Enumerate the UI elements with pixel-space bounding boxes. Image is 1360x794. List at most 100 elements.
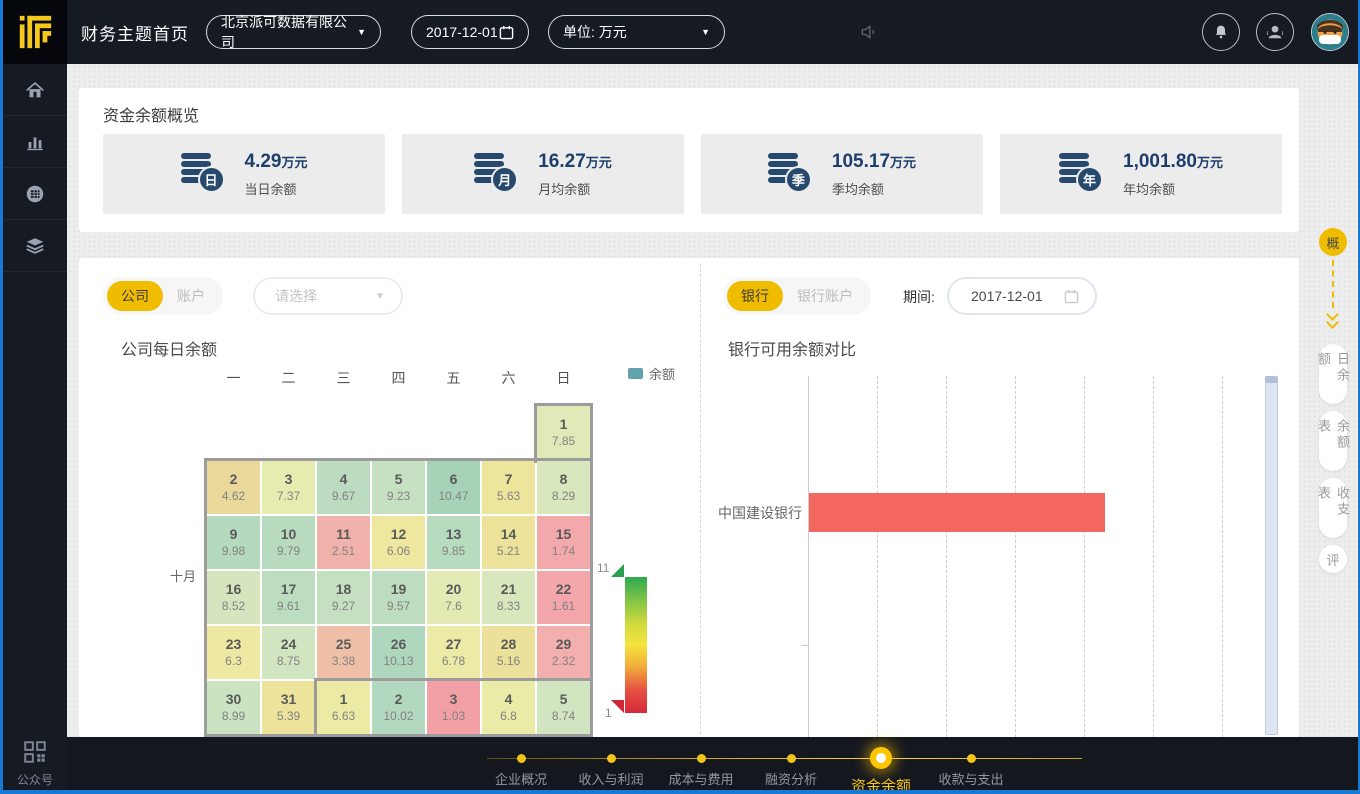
calendar-cell[interactable]: 168.52	[206, 570, 261, 625]
calendar-cell[interactable]: 31.03	[426, 680, 481, 735]
step-dot-5[interactable]	[870, 747, 892, 769]
balance-card[interactable]: 日4.29万元当日余额	[103, 134, 385, 214]
user-button[interactable]	[1256, 13, 1294, 51]
anchor-item-4[interactable]: 评	[1319, 545, 1347, 573]
unit-selector-value: 单位: 万元	[563, 22, 627, 42]
unit-selector[interactable]: 单位: 万元 ▼	[548, 15, 725, 49]
balance-card[interactable]: 月16.27万元月均余额	[402, 134, 684, 214]
calendar-legend[interactable]: 余额	[628, 364, 675, 383]
calendar-cell[interactable]: 292.32	[536, 625, 591, 680]
company-select[interactable]: 请选择 ▼	[253, 277, 403, 315]
chevron-down-icon: ▼	[375, 291, 385, 302]
step-label-3[interactable]: 成本与费用	[668, 769, 733, 788]
visualmap-min-label: 1	[605, 706, 612, 720]
cell-day: 14	[501, 526, 517, 544]
calendar-cell[interactable]: 109.79	[261, 515, 316, 570]
step-dot-1[interactable]	[517, 754, 526, 763]
sidebar-item-layers[interactable]	[3, 220, 67, 272]
calendar-cell[interactable]: 236.3	[206, 625, 261, 680]
notifications-button[interactable]	[1202, 13, 1240, 51]
calendar-cell[interactable]: 17.85	[536, 405, 591, 460]
top-header: 财务主题首页 北京派可数据有限公司 ▼ 2017-12-01 单位: 万元 ▼	[3, 0, 1358, 64]
toggle-account[interactable]: 账户	[163, 281, 219, 311]
calendar-cell[interactable]: 315.39	[261, 680, 316, 735]
calendar-cell[interactable]: 189.27	[316, 570, 371, 625]
balance-card[interactable]: 季105.17万元季均余额	[701, 134, 983, 214]
cell-value: 9.57	[387, 599, 410, 614]
calendar-cell[interactable]: 151.74	[536, 515, 591, 570]
step-dot-4[interactable]	[787, 754, 796, 763]
calendar-cell[interactable]: 207.6	[426, 570, 481, 625]
app-window: 财务主题首页 北京派可数据有限公司 ▼ 2017-12-01 单位: 万元 ▼	[0, 0, 1360, 794]
balance-card[interactable]: 年1,001.80万元年均余额	[1000, 134, 1282, 214]
step-label-6[interactable]: 收款与支出	[938, 769, 1003, 788]
step-label-1[interactable]: 企业概况	[495, 769, 547, 788]
cell-value: 4.62	[222, 489, 245, 504]
calendar-cell[interactable]: 88.29	[536, 460, 591, 515]
calendar-cell[interactable]: 221.61	[536, 570, 591, 625]
bar-rect[interactable]	[809, 493, 1105, 532]
step-dot-2[interactable]	[607, 754, 616, 763]
calendar-cell[interactable]: 75.63	[481, 460, 536, 515]
period-date-picker[interactable]: 2017-12-01	[947, 277, 1097, 315]
calendar-cell[interactable]: 248.75	[261, 625, 316, 680]
calendar-cell[interactable]: 112.51	[316, 515, 371, 570]
visualmap-handle-bottom[interactable]	[611, 700, 624, 713]
calendar-cell[interactable]: 179.61	[261, 570, 316, 625]
avatar[interactable]	[1311, 13, 1349, 51]
anchor-overview-badge[interactable]: 概	[1319, 228, 1347, 256]
cell-day: 2	[230, 471, 238, 489]
sidebar-item-home[interactable]	[3, 64, 67, 116]
step-label-2[interactable]: 收入与利润	[578, 769, 643, 788]
calendar-cell[interactable]: 59.23	[371, 460, 426, 515]
sidebar-item-analysis[interactable]	[3, 116, 67, 168]
calendar-cell[interactable]: 139.85	[426, 515, 481, 570]
cell-value: 10.02	[383, 709, 413, 724]
toggle-company[interactable]: 公司	[107, 281, 163, 311]
anchor-item-2[interactable]: 余额表	[1319, 411, 1347, 471]
sidebar-item-accounts[interactable]	[3, 168, 67, 220]
calendar-cell[interactable]: 253.38	[316, 625, 371, 680]
toggle-bank-account[interactable]: 银行账户	[783, 281, 867, 311]
calendar-cell[interactable]: 46.8	[481, 680, 536, 735]
step-dot-6[interactable]	[967, 754, 976, 763]
anchor-item-3[interactable]: 收支表	[1319, 478, 1347, 538]
header-date-picker[interactable]: 2017-12-01	[411, 15, 529, 49]
calendar-cell[interactable]: 2610.13	[371, 625, 426, 680]
datazoom-scrollbar[interactable]	[1265, 377, 1278, 735]
calendar-cell[interactable]: 285.16	[481, 625, 536, 680]
calendar-cell[interactable]: 218.33	[481, 570, 536, 625]
calendar-cell[interactable]: 210.02	[371, 680, 426, 735]
calendar-cell[interactable]: 308.99	[206, 680, 261, 735]
cell-day: 16	[226, 581, 242, 599]
visualmap-handle-top[interactable]	[611, 564, 624, 577]
calendar-icon	[1064, 289, 1079, 304]
anchor-item-1[interactable]: 日余额	[1319, 344, 1347, 404]
calendar-cell[interactable]: 58.74	[536, 680, 591, 735]
calendar-cell[interactable]: 99.98	[206, 515, 261, 570]
period-date-value: 2017-12-01	[971, 288, 1043, 304]
cell-value: 5.16	[497, 654, 520, 669]
calendar-cell[interactable]: 610.47	[426, 460, 481, 515]
calendar-cell[interactable]: 37.37	[261, 460, 316, 515]
toggle-bank[interactable]: 银行	[727, 281, 783, 311]
sidebar-qr-block[interactable]: 公众号	[3, 739, 67, 788]
cell-day: 4	[340, 471, 348, 489]
visualmap-gradient-bar[interactable]	[625, 577, 647, 713]
calendar-cell[interactable]: 126.06	[371, 515, 426, 570]
calendar-cell[interactable]: 24.62	[206, 460, 261, 515]
speaker-icon[interactable]	[859, 22, 879, 42]
app-logo[interactable]	[3, 0, 67, 64]
company-selector[interactable]: 北京派可数据有限公司 ▼	[206, 15, 381, 49]
card-value: 16.27万元	[538, 151, 612, 173]
step-label-5[interactable]: 资金余额	[851, 775, 911, 794]
calendar-cell[interactable]: 145.21	[481, 515, 536, 570]
calendar-cell[interactable]: 16.63	[316, 680, 371, 735]
gridline	[1153, 376, 1154, 737]
calendar-cell[interactable]: 49.67	[316, 460, 371, 515]
step-label-4[interactable]: 融资分析	[765, 769, 817, 788]
calendar-cell[interactable]: 199.57	[371, 570, 426, 625]
step-dot-3[interactable]	[697, 754, 706, 763]
datazoom-handle[interactable]	[1265, 376, 1278, 383]
calendar-cell[interactable]: 276.78	[426, 625, 481, 680]
